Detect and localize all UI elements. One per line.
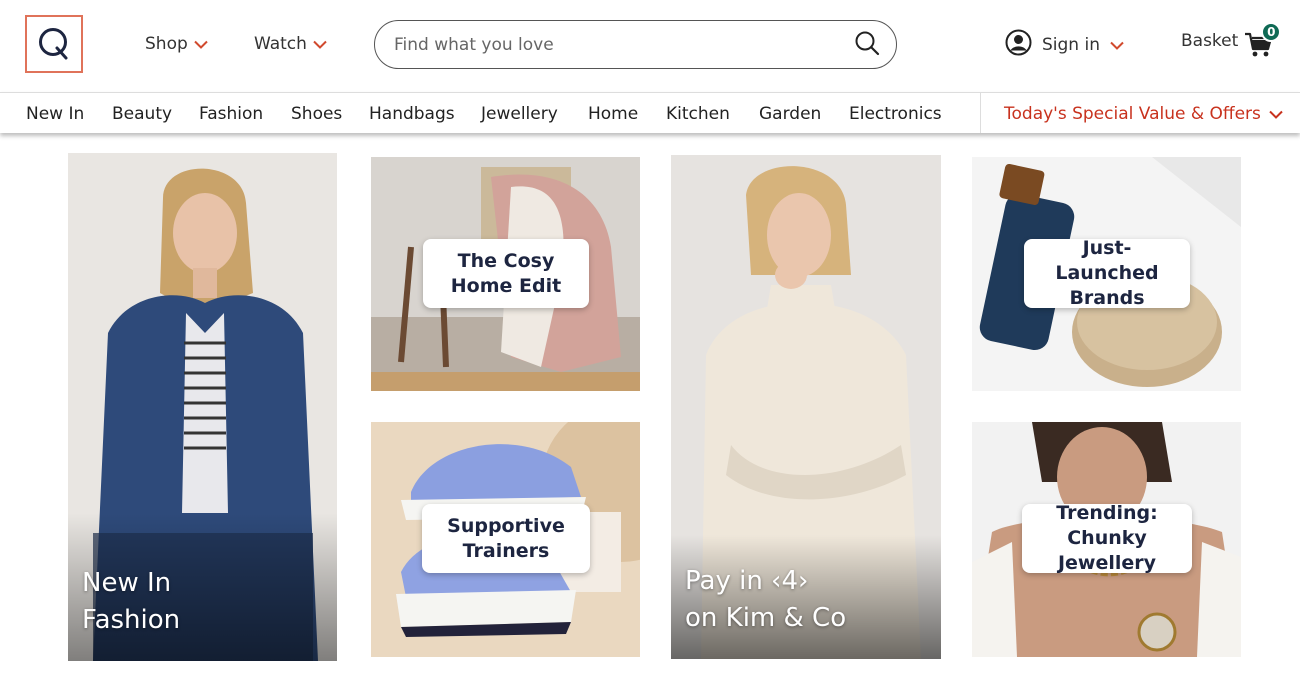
tile-card-label: Supportive Trainers — [422, 504, 590, 573]
tile-label-line1: Just-Launched — [1055, 237, 1159, 284]
basket-label: Basket — [1181, 31, 1239, 51]
offers-label: Today's Special Value & Offers — [1004, 104, 1261, 124]
tile-label: Pay in ‹4› on Kim & Co — [685, 563, 846, 637]
basket-link[interactable]: Basket 0 — [1181, 22, 1282, 58]
tile-label-line2: Brands — [1069, 287, 1145, 309]
shop-label: Shop — [145, 34, 188, 54]
category-new-in[interactable]: New In — [26, 104, 84, 124]
qvc-logo[interactable] — [25, 15, 83, 73]
category-electronics[interactable]: Electronics — [849, 104, 942, 124]
chevron-down-icon — [313, 40, 327, 49]
category-nav: New In Beauty Fashion Shoes Handbags Jew… — [0, 92, 1300, 133]
tile-chunky-jewellery[interactable]: Trending: Chunky Jewellery — [972, 422, 1241, 657]
tile-label: New In Fashion — [82, 565, 180, 639]
category-fashion[interactable]: Fashion — [199, 104, 263, 124]
tile-label-line2: on Kim & Co — [685, 603, 847, 633]
search-input[interactable] — [394, 34, 854, 55]
sign-in-label: Sign in — [1042, 35, 1100, 55]
chevron-down-icon — [1269, 110, 1283, 119]
watch-label: Watch — [254, 34, 307, 54]
search-bar — [374, 20, 897, 69]
category-handbags[interactable]: Handbags — [369, 104, 455, 124]
chevron-down-icon — [1110, 41, 1124, 50]
category-garden[interactable]: Garden — [759, 104, 821, 124]
user-icon — [1005, 29, 1032, 61]
category-jewellery[interactable]: Jewellery — [481, 104, 558, 124]
tile-label-line1: Pay in ‹4› — [685, 566, 809, 596]
watch-menu[interactable]: Watch — [254, 34, 327, 54]
category-home[interactable]: Home — [588, 104, 638, 124]
category-beauty[interactable]: Beauty — [112, 104, 172, 124]
tile-label-line1: Supportive — [447, 514, 565, 537]
category-kitchen[interactable]: Kitchen — [666, 104, 730, 124]
tile-label-line1: New In — [82, 568, 172, 598]
chevron-down-icon — [194, 40, 208, 49]
search-icon[interactable] — [854, 30, 880, 60]
q-logo-icon — [39, 28, 68, 60]
tile-just-launched-brands[interactable]: Just-Launched Brands — [972, 157, 1241, 391]
offers-menu[interactable]: Today's Special Value & Offers — [1004, 104, 1283, 124]
category-shoes[interactable]: Shoes — [291, 104, 342, 124]
tile-label-line2: Trainers — [462, 539, 550, 562]
site-header: Shop Watch Sign in Basket — [0, 0, 1300, 92]
sign-in-menu[interactable]: Sign in — [1005, 29, 1124, 61]
nav-divider — [980, 93, 981, 133]
tile-pay-in-4[interactable]: Pay in ‹4› on Kim & Co — [671, 155, 941, 659]
tile-new-in-fashion[interactable]: New In Fashion — [68, 153, 337, 661]
tile-card-label: Trending: Chunky Jewellery — [1022, 502, 1192, 574]
tile-label-line2: Home Edit — [450, 274, 562, 297]
cart-icon-wrap: 0 — [1244, 22, 1282, 58]
basket-count-badge: 0 — [1261, 22, 1282, 42]
shop-menu[interactable]: Shop — [145, 34, 208, 54]
tile-label-line2: Fashion — [82, 605, 181, 635]
tile-trainers[interactable]: Supportive Trainers — [371, 422, 640, 657]
tile-cosy-home[interactable]: The Cosy Home Edit — [371, 157, 640, 391]
tile-label-line2: Chunky Jewellery — [1057, 527, 1157, 574]
tile-card-label: The Cosy Home Edit — [423, 239, 589, 308]
tile-label-line1: The Cosy — [457, 249, 555, 272]
tile-card-label: Just-Launched Brands — [1024, 237, 1190, 309]
tile-label-line1: Trending: — [1056, 502, 1158, 524]
